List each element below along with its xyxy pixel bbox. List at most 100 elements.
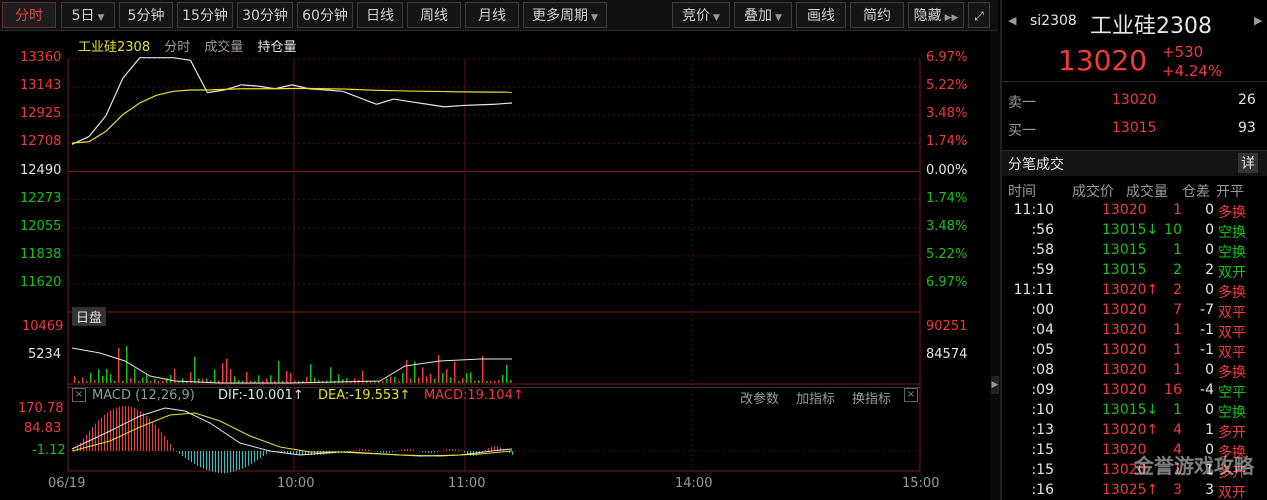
macd-bar: [407, 449, 408, 451]
next-contract-icon[interactable]: ▶: [1254, 14, 1262, 27]
macd-bar: [380, 451, 381, 453]
macd-bar: [353, 450, 354, 452]
trade-time: :16: [1031, 482, 1054, 498]
volume-bar: [90, 372, 92, 383]
tab-intraday[interactable]: 分时: [2, 2, 56, 28]
macd-bar: [359, 449, 360, 451]
trade-type: 空平: [1218, 385, 1246, 401]
trades-title-bar: 分笔成交 详: [1002, 150, 1267, 176]
bid-price: 13015: [1112, 120, 1157, 136]
volume-bar: [410, 378, 412, 383]
panel-splitter[interactable]: ▶: [990, 31, 1000, 500]
prev-contract-icon[interactable]: ◀: [1008, 14, 1016, 27]
trade-type: 空换: [1218, 225, 1246, 241]
trade-time: 11:10: [1013, 202, 1054, 218]
tab-30min[interactable]: 30分钟: [237, 2, 293, 28]
trade-oi-diff: -4: [1200, 382, 1214, 398]
volume-bar: [390, 376, 392, 383]
close-icon[interactable]: ×: [72, 388, 86, 402]
period-toolbar: 分时 5日 ▼ 5分钟 15分钟 30分钟 60分钟 日线 周线 月线 更多周期 ▼…: [0, 0, 998, 31]
trade-volume: 2: [1173, 262, 1182, 278]
tab-60min[interactable]: 60分钟: [297, 2, 353, 28]
volume-bar: [462, 378, 464, 383]
add-indicator-button[interactable]: 加指标: [796, 388, 835, 407]
trade-row: :09 13020 16 -4 空平: [1002, 382, 1267, 402]
macd-bar: [374, 451, 375, 452]
volume-bar: [194, 356, 196, 383]
avg-line-segment: [105, 114, 124, 132]
macd-bar: [242, 451, 243, 469]
price-line-segment: [342, 90, 360, 99]
avg-line-segment: [139, 94, 157, 104]
collapse-arrow-icon[interactable]: ▶: [991, 376, 999, 394]
macd-bar: [236, 451, 237, 471]
trade-time: 11:11: [1013, 282, 1054, 298]
bid-qty: 93: [1238, 120, 1256, 136]
macd-bar: [443, 450, 444, 451]
trade-oi-diff: 1: [1205, 422, 1214, 438]
trade-row: :00 13020 7 -7 双平: [1002, 302, 1267, 322]
macd-bar: [128, 406, 129, 451]
trade-time: :09: [1031, 382, 1054, 398]
volume-bar: [182, 378, 184, 383]
macd-bar: [455, 449, 456, 451]
volume-bar: [214, 369, 216, 383]
overlay-button[interactable]: 叠加 ▼: [734, 2, 792, 28]
legend-intraday[interactable]: 分时: [164, 40, 190, 55]
macd-bar: [251, 451, 252, 464]
tab-monthly[interactable]: 月线: [465, 2, 519, 28]
trade-price: 13020↑: [1102, 422, 1159, 438]
macd-params-button[interactable]: 改参数: [740, 388, 779, 407]
volume-bar: [86, 380, 88, 383]
volume-bar: [290, 372, 292, 383]
tab-weekly[interactable]: 周线: [407, 2, 461, 28]
expand-icon[interactable]: ⤢: [968, 2, 990, 28]
price-line-segment: [427, 103, 445, 108]
close-icon[interactable]: ×: [904, 388, 918, 402]
macd-bar: [365, 449, 366, 451]
volume-bar: [122, 380, 124, 383]
draw-line-button[interactable]: 画线: [796, 2, 846, 28]
volume-bar: [258, 375, 260, 383]
col-price: 成交价: [1072, 184, 1114, 200]
trade-type: 多换: [1218, 285, 1246, 301]
simple-mode-button[interactable]: 简约: [850, 2, 904, 28]
trades-detail-button[interactable]: 详: [1238, 153, 1258, 173]
time-label-1000: 10:00: [277, 476, 315, 491]
auction-button[interactable]: 竞价 ▼: [672, 2, 730, 28]
macd-bar: [179, 451, 180, 454]
macd-bar: [302, 451, 303, 455]
trade-oi-diff: 0: [1205, 202, 1214, 218]
macd-bar: [410, 449, 411, 451]
trade-time: :15: [1031, 462, 1054, 478]
more-periods-label: 更多周期: [532, 8, 589, 24]
legend-open-interest[interactable]: 持仓量: [258, 40, 297, 55]
macd-bar: [458, 449, 459, 451]
price-tick-left: 12055: [20, 218, 62, 234]
macd-bar: [296, 451, 297, 455]
price-tick-left: 13360: [20, 50, 62, 65]
macd-bar: [263, 451, 264, 457]
volume-bar: [118, 347, 120, 383]
switch-indicator-button[interactable]: 换指标: [852, 388, 891, 407]
trade-oi-diff: 2: [1205, 262, 1214, 278]
volume-bar: [422, 367, 424, 383]
legend-volume[interactable]: 成交量: [204, 40, 243, 55]
volume-axis-max: 10469: [22, 319, 64, 334]
trade-oi-diff: 0: [1205, 282, 1214, 298]
more-periods-dropdown[interactable]: 更多周期 ▼: [523, 2, 607, 28]
volume-bar: [458, 380, 460, 383]
macd-bar: [248, 451, 249, 466]
macd-bar: [464, 451, 465, 453]
macd-bar: [191, 451, 192, 463]
ask-row: 卖一 13020 26: [1002, 92, 1267, 112]
macd-bar: [485, 450, 486, 451]
hide-button[interactable]: 隐藏 ▶▶: [908, 2, 964, 28]
macd-bar: [446, 449, 447, 451]
tab-5day[interactable]: 5日 ▼: [61, 2, 115, 28]
tab-15min[interactable]: 15分钟: [177, 2, 233, 28]
volume-bar: [82, 377, 84, 383]
trade-volume: 7: [1173, 302, 1182, 318]
tab-daily[interactable]: 日线: [357, 2, 403, 28]
tab-5min[interactable]: 5分钟: [119, 2, 173, 28]
